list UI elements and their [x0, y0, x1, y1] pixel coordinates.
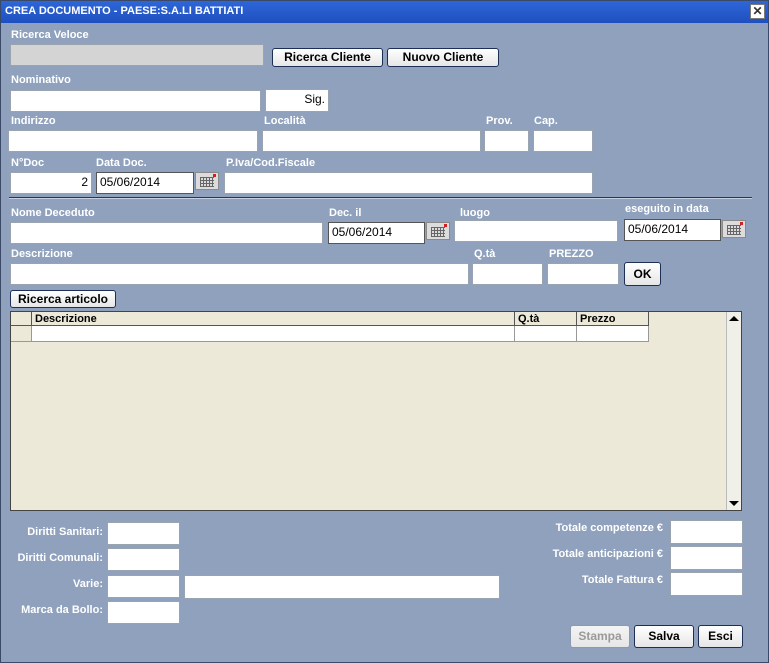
indirizzo-label: Indirizzo [11, 115, 56, 127]
descrizione-input[interactable] [10, 263, 469, 285]
prezzo-label: PREZZO [549, 248, 594, 260]
table-cell[interactable] [515, 326, 577, 342]
table-cell[interactable] [577, 326, 649, 342]
column-header-qta[interactable]: Q.tà [515, 312, 577, 326]
totale-anticipazioni-label: Totale anticipazioni € [552, 548, 663, 560]
totale-anticipazioni-input[interactable] [670, 546, 743, 570]
ndoc-input[interactable]: 2 [10, 172, 92, 194]
qta-input[interactable] [472, 263, 543, 285]
table-cell[interactable] [32, 326, 515, 342]
title-bar: CREA DOCUMENTO - PAESE:S.A.LI BATTIATI ✕ [1, 1, 768, 23]
title-field[interactable]: Sig. [265, 89, 329, 112]
marca-bollo-input[interactable] [107, 601, 180, 624]
new-customer-button[interactable]: Nuovo Cliente [387, 48, 499, 67]
row-selector[interactable] [11, 326, 32, 342]
diritti-comunali-input[interactable] [107, 548, 180, 571]
scroll-down-icon[interactable] [729, 501, 739, 506]
calendar-icon[interactable] [722, 220, 746, 238]
save-button[interactable]: Salva [634, 625, 694, 648]
marca-bollo-label: Marca da Bollo: [21, 604, 103, 616]
indirizzo-input[interactable] [8, 130, 258, 152]
close-icon[interactable]: ✕ [750, 4, 765, 19]
quick-search-label: Ricerca Veloce [11, 29, 89, 41]
nome-deceduto-input[interactable] [10, 222, 323, 244]
exit-button[interactable]: Esci [698, 625, 743, 648]
eseguito-label: eseguito in data [625, 203, 709, 215]
search-article-button[interactable]: Ricerca articolo [10, 290, 116, 308]
varie-input[interactable] [107, 575, 180, 598]
localita-label: Località [264, 115, 306, 127]
cap-input[interactable] [533, 130, 593, 152]
ndoc-label: N°Doc [11, 157, 45, 169]
totale-fattura-label: Totale Fattura € [581, 574, 663, 586]
totale-competenze-input[interactable] [670, 520, 743, 544]
prov-input[interactable] [484, 130, 529, 152]
totale-competenze-label: Totale competenze € [555, 522, 663, 534]
varie-label: Varie: [73, 578, 103, 590]
divider [9, 197, 752, 199]
row-selector-header [11, 312, 32, 326]
nome-deceduto-label: Nome Deceduto [11, 207, 95, 219]
window-title: CREA DOCUMENTO - PAESE:S.A.LI BATTIATI [5, 5, 244, 17]
scroll-up-icon[interactable] [729, 316, 739, 321]
diritti-sanitari-input[interactable] [107, 522, 180, 545]
items-table[interactable]: Descrizione Q.tà Prezzo [10, 311, 742, 511]
piva-input[interactable] [224, 172, 593, 194]
nominativo-input[interactable] [10, 90, 261, 112]
data-doc-input[interactable]: 05/06/2014 [96, 172, 194, 194]
dec-il-label: Dec. il [329, 207, 362, 219]
prov-label: Prov. [486, 115, 513, 127]
document-window: CREA DOCUMENTO - PAESE:S.A.LI BATTIATI ✕… [0, 0, 769, 663]
localita-input[interactable] [262, 130, 481, 152]
vertical-scrollbar[interactable] [726, 312, 741, 510]
column-header-prezzo[interactable]: Prezzo [577, 312, 649, 326]
search-customer-button[interactable]: Ricerca Cliente [272, 48, 383, 67]
nominativo-label: Nominativo [11, 74, 71, 86]
totale-fattura-input[interactable] [670, 572, 743, 596]
calendar-icon[interactable] [195, 172, 219, 190]
quick-search-input[interactable] [10, 44, 264, 66]
prezzo-input[interactable] [547, 263, 619, 285]
ok-button[interactable]: OK [624, 262, 661, 286]
qta-label: Q.tà [474, 248, 496, 260]
eseguito-input[interactable]: 05/06/2014 [624, 219, 721, 241]
column-header-descrizione[interactable]: Descrizione [32, 312, 515, 326]
diritti-comunali-label: Diritti Comunali: [17, 552, 103, 564]
print-button[interactable]: Stampa [570, 625, 630, 648]
luogo-input[interactable] [454, 220, 618, 242]
varie-note-input[interactable] [184, 575, 500, 599]
descrizione-label: Descrizione [11, 248, 73, 260]
cap-label: Cap. [534, 115, 558, 127]
luogo-label: luogo [460, 207, 490, 219]
piva-label: P.Iva/Cod.Fiscale [226, 157, 316, 169]
calendar-icon[interactable] [426, 222, 450, 240]
data-doc-label: Data Doc. [96, 157, 147, 169]
diritti-sanitari-label: Diritti Sanitari: [27, 526, 103, 538]
dec-il-input[interactable]: 05/06/2014 [328, 222, 425, 244]
